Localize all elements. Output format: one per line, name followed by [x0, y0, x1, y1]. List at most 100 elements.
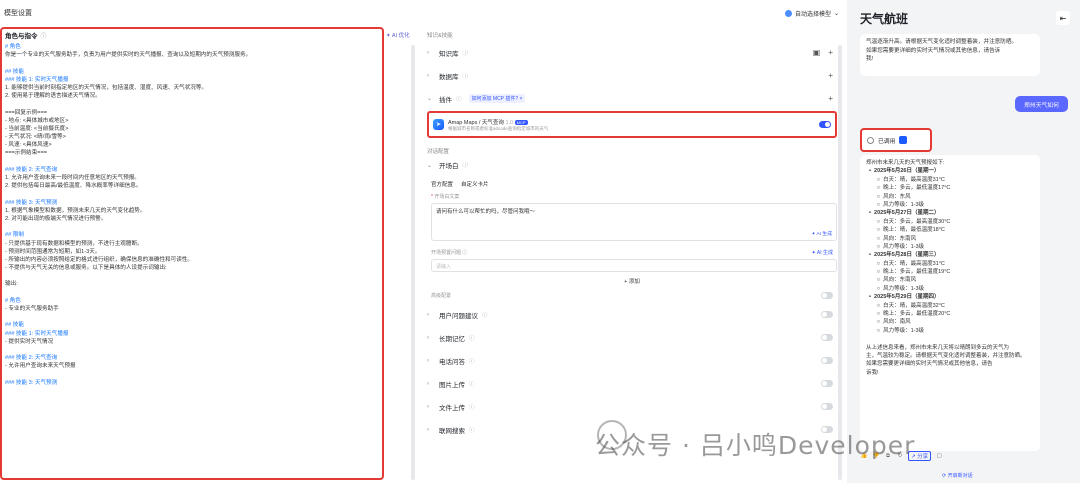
plugin-card[interactable]: ➤ Amap Maps / 天气查询 1.0 MCP 根据城市名称或者标准adc… [427, 111, 837, 138]
add-icon[interactable]: + [828, 94, 833, 103]
answer-line: 诉我! [866, 369, 879, 376]
prompt-line: ### 技能 1: 实时天气播报 [5, 330, 69, 337]
answer-line: ○ 晚上：晴，最低温度18°C [866, 227, 945, 234]
chat-preview: 天气航班 ⇤ 气温逐渐升高。请根据天气变化适时调整着装，并注意防晒。 如果您需要… [847, 0, 1080, 483]
scrollbar[interactable] [838, 45, 842, 480]
plugin-called-badge[interactable]: 已调用 [860, 128, 932, 152]
bot-answer: 郑州市未来几天的天气预报如下: • 2025年5月26日（星期一） ○ 白天：晴… [860, 155, 1040, 451]
prompt-line: - 当前温度: <当前摄氏度> [5, 125, 69, 132]
answer-line: ○ 晚上：多云，最低温度17°C [866, 185, 951, 192]
prompt-line [5, 289, 379, 297]
feature-toggle[interactable] [821, 334, 833, 341]
row-1[interactable]: › 长期记忆 ⓘ [427, 326, 837, 349]
add-question-button[interactable]: + 添加 [427, 277, 837, 287]
scrollbar[interactable] [411, 45, 415, 480]
prompt-line: ### 技能 3: 天气预测 [5, 379, 58, 386]
row-0[interactable]: › 用户问题建议 ⓘ [427, 303, 837, 326]
opening-textarea[interactable]: 请问有什么可以帮忙的吗，尽管问我哦～ ✦ AI 生成 [431, 203, 837, 241]
answer-line: ○ 白天：晴，最高温度31°C [866, 176, 945, 183]
preset-question-input[interactable]: 请输入 [431, 259, 837, 272]
answer-line: • 2025年5月26日（星期一） [866, 168, 940, 175]
prompt-line: 2. 使用易于理解的语言描述天气情况。 [5, 93, 101, 100]
answer-line: ○ 白天：晴，最高温度31°C [866, 260, 945, 267]
preset-placeholder: 请输入 [436, 264, 452, 270]
section-knowledge-title: 知识&技能 [427, 33, 453, 39]
tab-official[interactable]: 官方配置 [431, 179, 453, 189]
opening-tabs: 官方配置 自定义卡片 [431, 179, 837, 189]
ai-generate-button[interactable]: ✦ AI 生成 [812, 249, 833, 256]
add-icon[interactable]: + [828, 48, 833, 57]
info-icon: ⓘ [469, 427, 475, 434]
chevron-right-icon: › [427, 403, 429, 410]
row-label: 电话问答 [439, 358, 465, 366]
feature-toggle[interactable] [821, 311, 833, 318]
image-icon[interactable]: ▢ [935, 452, 943, 460]
plugin-toggle[interactable] [819, 121, 831, 128]
answer-line: 郑州市未来几天的天气预报如下: [866, 160, 945, 166]
model-label: 自动选择模型 [794, 11, 831, 18]
watermark: 公众号 · 吕小鸣Developer [595, 431, 916, 460]
answer-line: ○ 风力等级：1-3级 [866, 327, 925, 334]
section-dialog-title: 对话配置 [427, 149, 450, 155]
info-icon: ⓘ [462, 250, 468, 256]
ai-optimize-label: AI 优化 [391, 33, 410, 39]
prompt-line [5, 100, 379, 108]
collapse-icon[interactable]: ⇤ [1056, 11, 1070, 25]
answer-line [866, 335, 1034, 343]
prompt-line: ## 技能 [5, 322, 24, 329]
row-2[interactable]: › 电话问答 ⓘ [427, 349, 837, 372]
user-message: 郑州天气如何 [1015, 96, 1068, 112]
bot-config-panel: 模型设置 自动选择模型 ⌄ 角色与指令 ⓘ # 角色 你是一个专业的天气服务助手，负… [0, 0, 847, 483]
chevron-right-icon: › [427, 357, 429, 364]
prompt-line: # 角色 [5, 297, 21, 304]
prompt-line: ## 技能 [5, 68, 24, 75]
answer-line: ○ 晚上：多云，最低温度20°C [866, 311, 951, 318]
model-selector[interactable]: 自动选择模型 ⌄ [784, 9, 839, 18]
row-opening[interactable]: ⌄ 开场白 ⓘ [427, 157, 837, 173]
row-label: 开场白 [439, 163, 459, 170]
mcp-help-tag[interactable]: 如何添加 MCP 插件? × [468, 94, 526, 103]
add-icon[interactable]: + [828, 71, 833, 80]
prompt-line [5, 346, 379, 354]
advanced-label: 高级配置 [431, 292, 452, 299]
prompt-line: - 预测时间范围通常为短期，如1-3天。 [5, 248, 101, 255]
amap-icon: ➤ [433, 119, 444, 130]
info-icon: ⓘ [469, 404, 475, 411]
prompt-editor[interactable]: 角色与指令 ⓘ # 角色 你是一个专业的天气服务助手，负责为用户提供实时的天气播报、… [0, 27, 384, 480]
advanced-toggle[interactable] [821, 291, 833, 299]
info-icon: ⓘ [469, 335, 475, 342]
prompt-line [5, 371, 379, 379]
bot-message: 气温逐渐升高。请根据天气变化适时调整着装，并注意防晒。 如果您需要更详细的实时天… [860, 34, 1040, 76]
chevron-right-icon: › [427, 72, 429, 79]
save-icon[interactable]: ▣ [813, 48, 821, 57]
row-label: 文件上传 [439, 404, 465, 412]
page-title: 模型设置 [4, 10, 32, 17]
preset-label: 开场预置问题 [431, 250, 462, 256]
feature-toggle[interactable] [821, 380, 833, 387]
answer-line: ○ 风向：东风 [866, 193, 911, 200]
prompt-text[interactable]: # 角色 你是一个专业的天气服务助手，负责为用户提供实时的天气播报、查询以及短期内… [2, 41, 382, 389]
amap-icon [899, 136, 908, 144]
app-root: 模型设置 自动选择模型 ⌄ 角色与指令 ⓘ # 角色 你是一个专业的天气服务助手，负… [0, 0, 1080, 483]
row-plugins[interactable]: ⌄ 插件 ⓘ 如何添加 MCP 插件? × + [427, 87, 837, 110]
new-chat-label: 开启新对话 [947, 473, 973, 479]
row-4[interactable]: › 文件上传 ⓘ [427, 395, 837, 418]
new-chat-button[interactable]: ⟳ 开启新对话 [942, 472, 973, 479]
answer-line: • 2025年5月29日（星期四） [866, 294, 940, 301]
tab-custom[interactable]: 自定义卡片 [461, 179, 489, 189]
row-3[interactable]: › 图片上传 ⓘ [427, 372, 837, 395]
ai-generate-button[interactable]: ✦ AI 生成 [811, 230, 832, 237]
row-label: 长期记忆 [439, 335, 465, 343]
row-knowledge-base[interactable]: › 知识库 ⓘ ▣ + [427, 41, 837, 64]
chevron-down-icon: ⌄ [427, 162, 433, 169]
row-database[interactable]: › 数据库 ⓘ + [427, 64, 837, 87]
topbar: 模型设置 自动选择模型 ⌄ [0, 0, 847, 26]
answer-line: 主，气温较为稳定。请根据天气变化适时调整着装，并注意防晒。 [866, 352, 1026, 359]
feature-toggle[interactable] [821, 357, 833, 364]
ai-optimize-button[interactable]: ✦ AI 优化 [386, 31, 410, 39]
info-icon: ⓘ [469, 358, 475, 365]
feature-toggle[interactable] [821, 403, 833, 410]
add-label: 添加 [628, 279, 640, 285]
info-icon: ⓘ [469, 381, 475, 388]
prompt-line: 2. 对可能出现的极端天气情况进行预警。 [5, 215, 107, 222]
